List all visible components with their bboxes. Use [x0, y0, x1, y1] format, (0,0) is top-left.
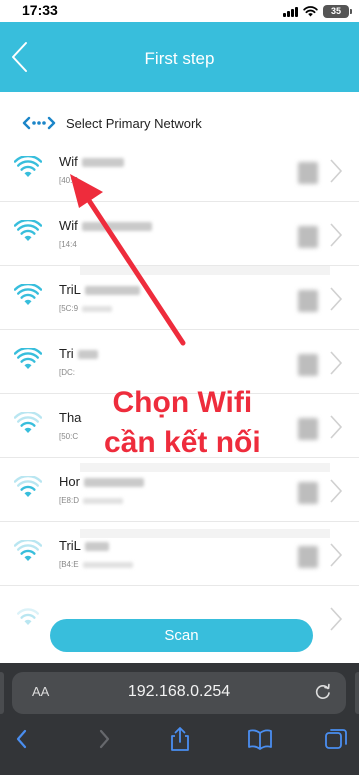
lock-icon	[298, 290, 318, 312]
wifi-strong-icon	[14, 284, 42, 305]
network-name: Wif	[59, 218, 152, 233]
tabs-icon[interactable]	[322, 725, 350, 753]
cellular-signal-icon	[283, 5, 298, 17]
network-item[interactable]: Wif [14:4	[0, 202, 359, 266]
back-arrow-icon[interactable]	[8, 725, 36, 753]
annotation-line: Chọn Wifi	[112, 386, 253, 419]
browser-toolbar: AA 192.168.0.254	[0, 663, 359, 775]
page-title: First step	[144, 49, 215, 68]
lock-icon	[298, 226, 318, 248]
network-name: TriL	[59, 538, 109, 553]
network-name: Hor	[59, 474, 144, 489]
chevron-right-icon	[330, 287, 343, 311]
app-header: First step	[0, 22, 359, 92]
chevron-right-icon	[330, 543, 343, 567]
chevron-right-icon	[330, 351, 343, 375]
chevron-right-icon	[330, 223, 343, 247]
annotation-line: cần kết nối	[104, 426, 261, 459]
status-time: 17:33	[22, 2, 58, 18]
network-item[interactable]: TriL [5C:9	[0, 266, 359, 330]
network-mac: [40:E	[59, 176, 78, 185]
reload-icon[interactable]	[314, 683, 332, 701]
share-icon[interactable]	[166, 725, 194, 753]
redacted-text	[77, 350, 98, 360]
network-mac: [B4:E	[59, 560, 133, 569]
network-mac: [E8:D	[59, 496, 124, 505]
redacted-text	[84, 286, 140, 296]
network-item[interactable]: Wif [40:E	[0, 138, 359, 202]
wifi-strong-icon	[14, 220, 42, 241]
annotation-label: Chọn Wifi cần kết nối	[104, 383, 261, 463]
wifi-status-icon	[303, 6, 318, 17]
lock-icon	[298, 354, 318, 376]
app-screen: 17:33 35 First step Select Primary Netwo…	[0, 0, 359, 775]
network-name: Wif	[59, 154, 124, 169]
status-icons: 35	[283, 4, 352, 18]
wifi-weak-icon	[17, 608, 39, 625]
forward-arrow-icon[interactable]	[90, 725, 118, 753]
bookmarks-icon[interactable]	[246, 725, 274, 753]
status-bar: 17:33 35	[0, 0, 359, 22]
redaction-band	[80, 529, 330, 538]
network-mac: [50:C	[59, 432, 79, 441]
lock-icon	[298, 546, 318, 568]
lock-icon	[298, 482, 318, 504]
section-header: Select Primary Network	[22, 113, 202, 133]
redaction-band	[80, 266, 330, 275]
network-name: Tri	[59, 346, 98, 361]
wifi-weak-icon	[14, 540, 42, 561]
redacted-text	[83, 497, 124, 504]
network-name: Tha	[59, 410, 82, 425]
chevron-right-icon	[330, 479, 343, 503]
redaction-band	[80, 463, 330, 472]
network-mac: [DC:	[59, 368, 75, 377]
tab-edge	[355, 672, 359, 714]
network-mac: [14:4	[59, 240, 77, 249]
redacted-text	[82, 561, 133, 568]
battery-icon: 35	[323, 4, 352, 18]
wifi-weak-icon	[14, 476, 42, 497]
redacted-text	[81, 158, 124, 168]
chevron-right-icon	[330, 415, 343, 439]
network-name: TriL	[59, 282, 140, 297]
scan-button[interactable]: Scan	[50, 619, 313, 652]
wifi-strong-icon	[14, 156, 42, 177]
network-mac: [5C:9	[59, 304, 113, 313]
url-text: 192.168.0.254	[127, 683, 231, 700]
address-bar[interactable]: AA 192.168.0.254	[12, 672, 346, 714]
tab-edge	[0, 672, 4, 714]
network-link-icon	[22, 116, 56, 130]
wifi-strong-icon	[14, 348, 42, 369]
redacted-text	[84, 542, 109, 552]
redacted-text	[81, 222, 152, 232]
chevron-right-icon	[330, 159, 343, 183]
lock-icon	[298, 162, 318, 184]
section-title: Select Primary Network	[66, 115, 202, 131]
wifi-weak-icon	[14, 412, 42, 433]
redacted-text	[82, 305, 113, 312]
redacted-text	[83, 478, 144, 488]
lock-icon	[298, 418, 318, 440]
chevron-right-icon	[330, 607, 343, 631]
